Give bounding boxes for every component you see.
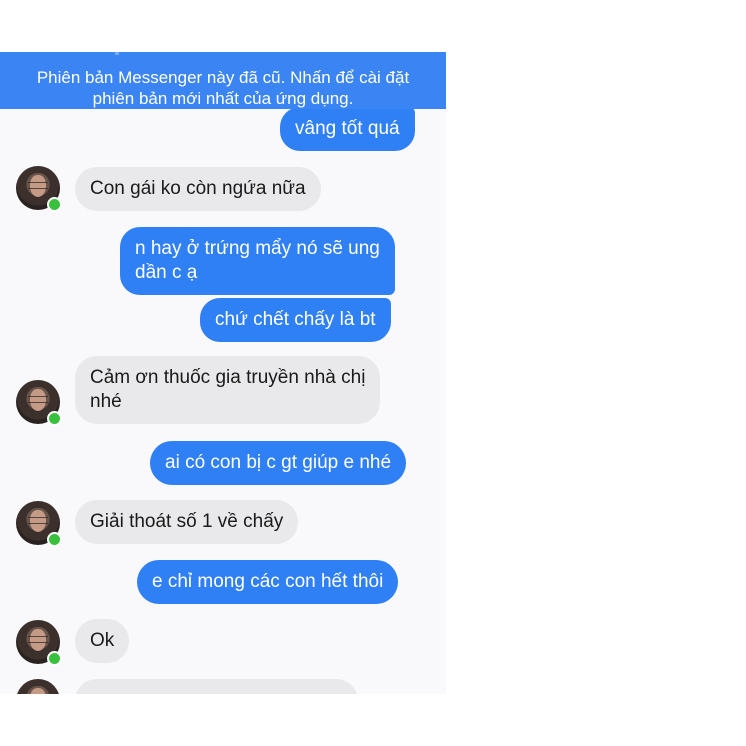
message-outgoing[interactable]: n hay ở trứng mẩy nó sẽ ung dần c ạ: [120, 227, 395, 295]
message-text: vâng tốt quá: [295, 118, 400, 139]
avatar[interactable]: [16, 620, 62, 666]
online-status-icon: [47, 532, 62, 547]
avatar[interactable]: [16, 380, 62, 426]
avatar[interactable]: [16, 166, 62, 212]
message-text: ai có con bị c gt giúp e nhé: [165, 452, 392, 473]
message-incoming[interactable]: Ok: [75, 619, 130, 663]
message-text: Con gái ko còn ngứa nữa: [90, 178, 306, 199]
message-outgoing[interactable]: vâng tốt quá: [280, 107, 415, 151]
message-text: Giải thoát số 1 về chấy: [90, 511, 284, 532]
banner-text-line: phiên bản mới nhất của ứng dụng.: [92, 89, 354, 108]
messenger-screen: vâng tốt quá Con gái ko còn ngứa nữa n h…: [0, 52, 446, 694]
online-status-icon: [47, 411, 62, 426]
message-incoming[interactable]: Con gái ko còn ngứa nữa: [75, 167, 321, 211]
online-status-icon: [47, 651, 62, 666]
message-incoming-partial[interactable]: [75, 679, 358, 694]
message-text-line: Cảm ơn thuốc gia truyền nhà chị: [90, 367, 366, 388]
message-text: Ok: [90, 630, 115, 651]
message-outgoing[interactable]: ai có con bị c gt giúp e nhé: [150, 441, 407, 485]
message-incoming[interactable]: Giải thoát số 1 về chấy: [75, 500, 299, 544]
message-text: e chỉ mong các con hết thôi: [152, 571, 384, 592]
message-text-line: dần c ạ: [135, 262, 198, 283]
message-outgoing[interactable]: chứ chết chấy là bt: [200, 298, 391, 342]
avatar[interactable]: [16, 501, 62, 547]
banner-text-line: Phiên bản Messenger này đã cũ. Nhấn để c…: [36, 68, 410, 87]
message-text-line: nhé: [90, 391, 122, 412]
online-status-icon: [47, 197, 62, 212]
avatar[interactable]: [16, 679, 60, 694]
message-text-line: n hay ở trứng mẩy nó sẽ ung: [135, 238, 380, 259]
message-outgoing[interactable]: e chỉ mong các con hết thôi: [137, 560, 399, 604]
message-text: chứ chết chấy là bt: [215, 309, 376, 330]
update-banner[interactable]: Phiên bản Messenger này đã cũ. Nhấn để c…: [0, 52, 446, 109]
message-incoming[interactable]: Cảm ơn thuốc gia truyền nhà chị nhé: [75, 356, 381, 424]
